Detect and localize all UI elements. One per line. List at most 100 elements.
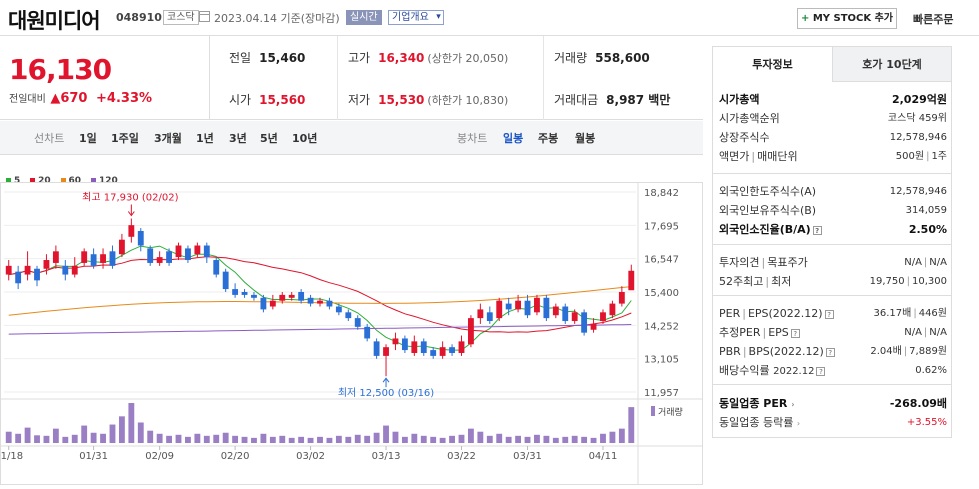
sector-change-label[interactable]: 동일업종 등락률 › (719, 413, 800, 433)
amount-label: 거래대금 (554, 93, 599, 107)
volume-bar (43, 435, 50, 443)
date-tick-label: 02/20 (221, 451, 250, 462)
volume-bar (288, 437, 295, 443)
foreign-limit-value: 12,578,946 (889, 186, 947, 197)
help-icon[interactable]: ? (824, 309, 834, 319)
price-tick-label: 13,105 (644, 355, 679, 366)
tab-monthly[interactable]: 월봉 (575, 130, 595, 146)
candle-body (628, 270, 635, 291)
sector-change-value: +3.55% (906, 417, 947, 428)
52week-values: 19,750 | 10,300 (869, 276, 947, 287)
volume-bar (515, 435, 522, 443)
help-icon[interactable]: ? (816, 366, 826, 376)
candle-body (618, 291, 625, 304)
price-tick-label: 15,400 (644, 288, 679, 299)
amount-value: 8,987 백만 (606, 93, 671, 107)
change-label: 전일대비 (9, 94, 46, 105)
date-tick-label: 03/02 (296, 451, 325, 462)
quick-order-link[interactable]: 빠른주문 (913, 11, 953, 27)
calendar-icon (199, 11, 210, 22)
tab-order-book[interactable]: 호가 10단계 (832, 47, 951, 82)
volume-bar (439, 437, 446, 443)
candle-body (458, 341, 465, 353)
candle-body (468, 318, 474, 345)
candle-body (326, 300, 333, 307)
tab-line-chart[interactable]: 선차트 (34, 130, 64, 146)
chart-annotations: 최고 17,930 (02/02) 최저 12,500 (03/16) (82, 191, 434, 399)
candle-body (222, 271, 229, 290)
volume-bar (468, 428, 474, 443)
candle-body (364, 326, 371, 339)
date-tick-label: 02/09 (145, 451, 174, 462)
volume-bar (52, 428, 59, 443)
pbr-values: 2.04배 | 7,889원 (870, 346, 947, 357)
est-per-labels: 추정PER | EPS? (719, 323, 800, 342)
tab-candle-chart[interactable]: 봉차트 (457, 130, 487, 146)
high-annotation: 최고 17,930 (02/02) (82, 191, 178, 203)
change-percent: +4.33% (96, 91, 153, 106)
candle-body (401, 338, 408, 351)
candle-body (420, 341, 427, 353)
date-tick-label: 03/13 (372, 451, 401, 462)
as-of-date: 2023.04.14 기준(장마감) (214, 12, 340, 25)
candle-body (317, 300, 323, 304)
volume-bar (156, 433, 163, 443)
company-overview-dropdown[interactable]: 기업개요 (388, 10, 444, 25)
tab-investment-info[interactable]: 투자정보 (713, 47, 832, 82)
volume-bar (62, 436, 69, 443)
help-icon[interactable]: ? (812, 225, 822, 235)
add-mystock-button[interactable]: + MY STOCK 추가 (797, 8, 897, 29)
info-tabs: 투자정보 호가 10단계 (713, 47, 951, 82)
volume-bar (373, 432, 380, 443)
price-tick-label: 17,695 (644, 221, 679, 232)
volume-bar (71, 434, 78, 443)
candle-body (194, 245, 201, 255)
ma20-line (8, 256, 632, 333)
candle-body (486, 312, 493, 322)
date-tick-label: 01/18 (0, 451, 23, 462)
open-label: 시가 (229, 93, 252, 107)
help-icon[interactable]: ? (790, 328, 800, 338)
candle-body (251, 294, 257, 298)
candle-body (524, 300, 531, 316)
52week-row: 52주최고 | 최저 19,750 | 10,300 (719, 272, 947, 291)
candle-body (137, 230, 144, 246)
tab-daily[interactable]: 일봉 (503, 130, 523, 146)
low-price: 저가 15,530 (하한가 10,830) (337, 78, 508, 120)
tab-5year[interactable]: 5년 (260, 130, 278, 146)
tab-1day[interactable]: 1일 (79, 130, 97, 146)
candle-body (515, 300, 522, 310)
tab-3month[interactable]: 3개월 (154, 130, 182, 146)
add-mystock-label: MY STOCK 추가 (812, 13, 894, 24)
volume-bar (364, 435, 371, 443)
candle-body (571, 312, 578, 322)
sector-per-label[interactable]: 동일업종 PER › (719, 394, 795, 414)
rank-row: 시가총액순위 코스닥 459위 (719, 109, 947, 128)
sector-per-row: 동일업종 PER › -268.09배 (719, 394, 947, 413)
help-icon[interactable]: ? (825, 347, 835, 357)
tab-10year[interactable]: 10년 (292, 130, 317, 146)
ma120-line (8, 324, 632, 335)
tab-weekly[interactable]: 주봉 (538, 130, 558, 146)
stats-row-1: 전일 15,460 고가 16,340 (상한가 20,050) 거래량 558,600 (210, 36, 704, 78)
tab-1year[interactable]: 1년 (196, 130, 214, 146)
market-cap-label: 시가총액 (719, 93, 760, 106)
candle-body (185, 248, 191, 261)
candle-body (505, 303, 512, 310)
date-tick-label: 04/11 (589, 451, 618, 462)
volume-bar (524, 436, 531, 443)
volume-bar (486, 435, 493, 443)
candlestick-chart[interactable]: 18,842 17,695 16,547 15,400 14,252 13,105 11,9… (0, 156, 703, 486)
price-change: 전일대비 ▲670 +4.33% (9, 90, 152, 106)
valuation-section: PER | EPS(2022.12)? 36.17배 | 446원 추정PER | EPS? N… (713, 295, 951, 383)
plus-icon: + (800, 13, 810, 24)
candle-body (15, 271, 22, 284)
tab-1week[interactable]: 1주일 (111, 130, 139, 146)
foreign-rate-label: 외국인소진율(B/A)? (719, 220, 822, 239)
realtime-badge[interactable]: 실시간 (346, 10, 382, 25)
up-triangle-icon: ▲ (50, 91, 61, 106)
tab-3year[interactable]: 3년 (229, 130, 247, 146)
current-price: 16,130 (9, 53, 112, 86)
candle-body (345, 312, 352, 319)
foreign-hold-row: 외국인보유주식수(B) 314,059 (719, 201, 947, 220)
